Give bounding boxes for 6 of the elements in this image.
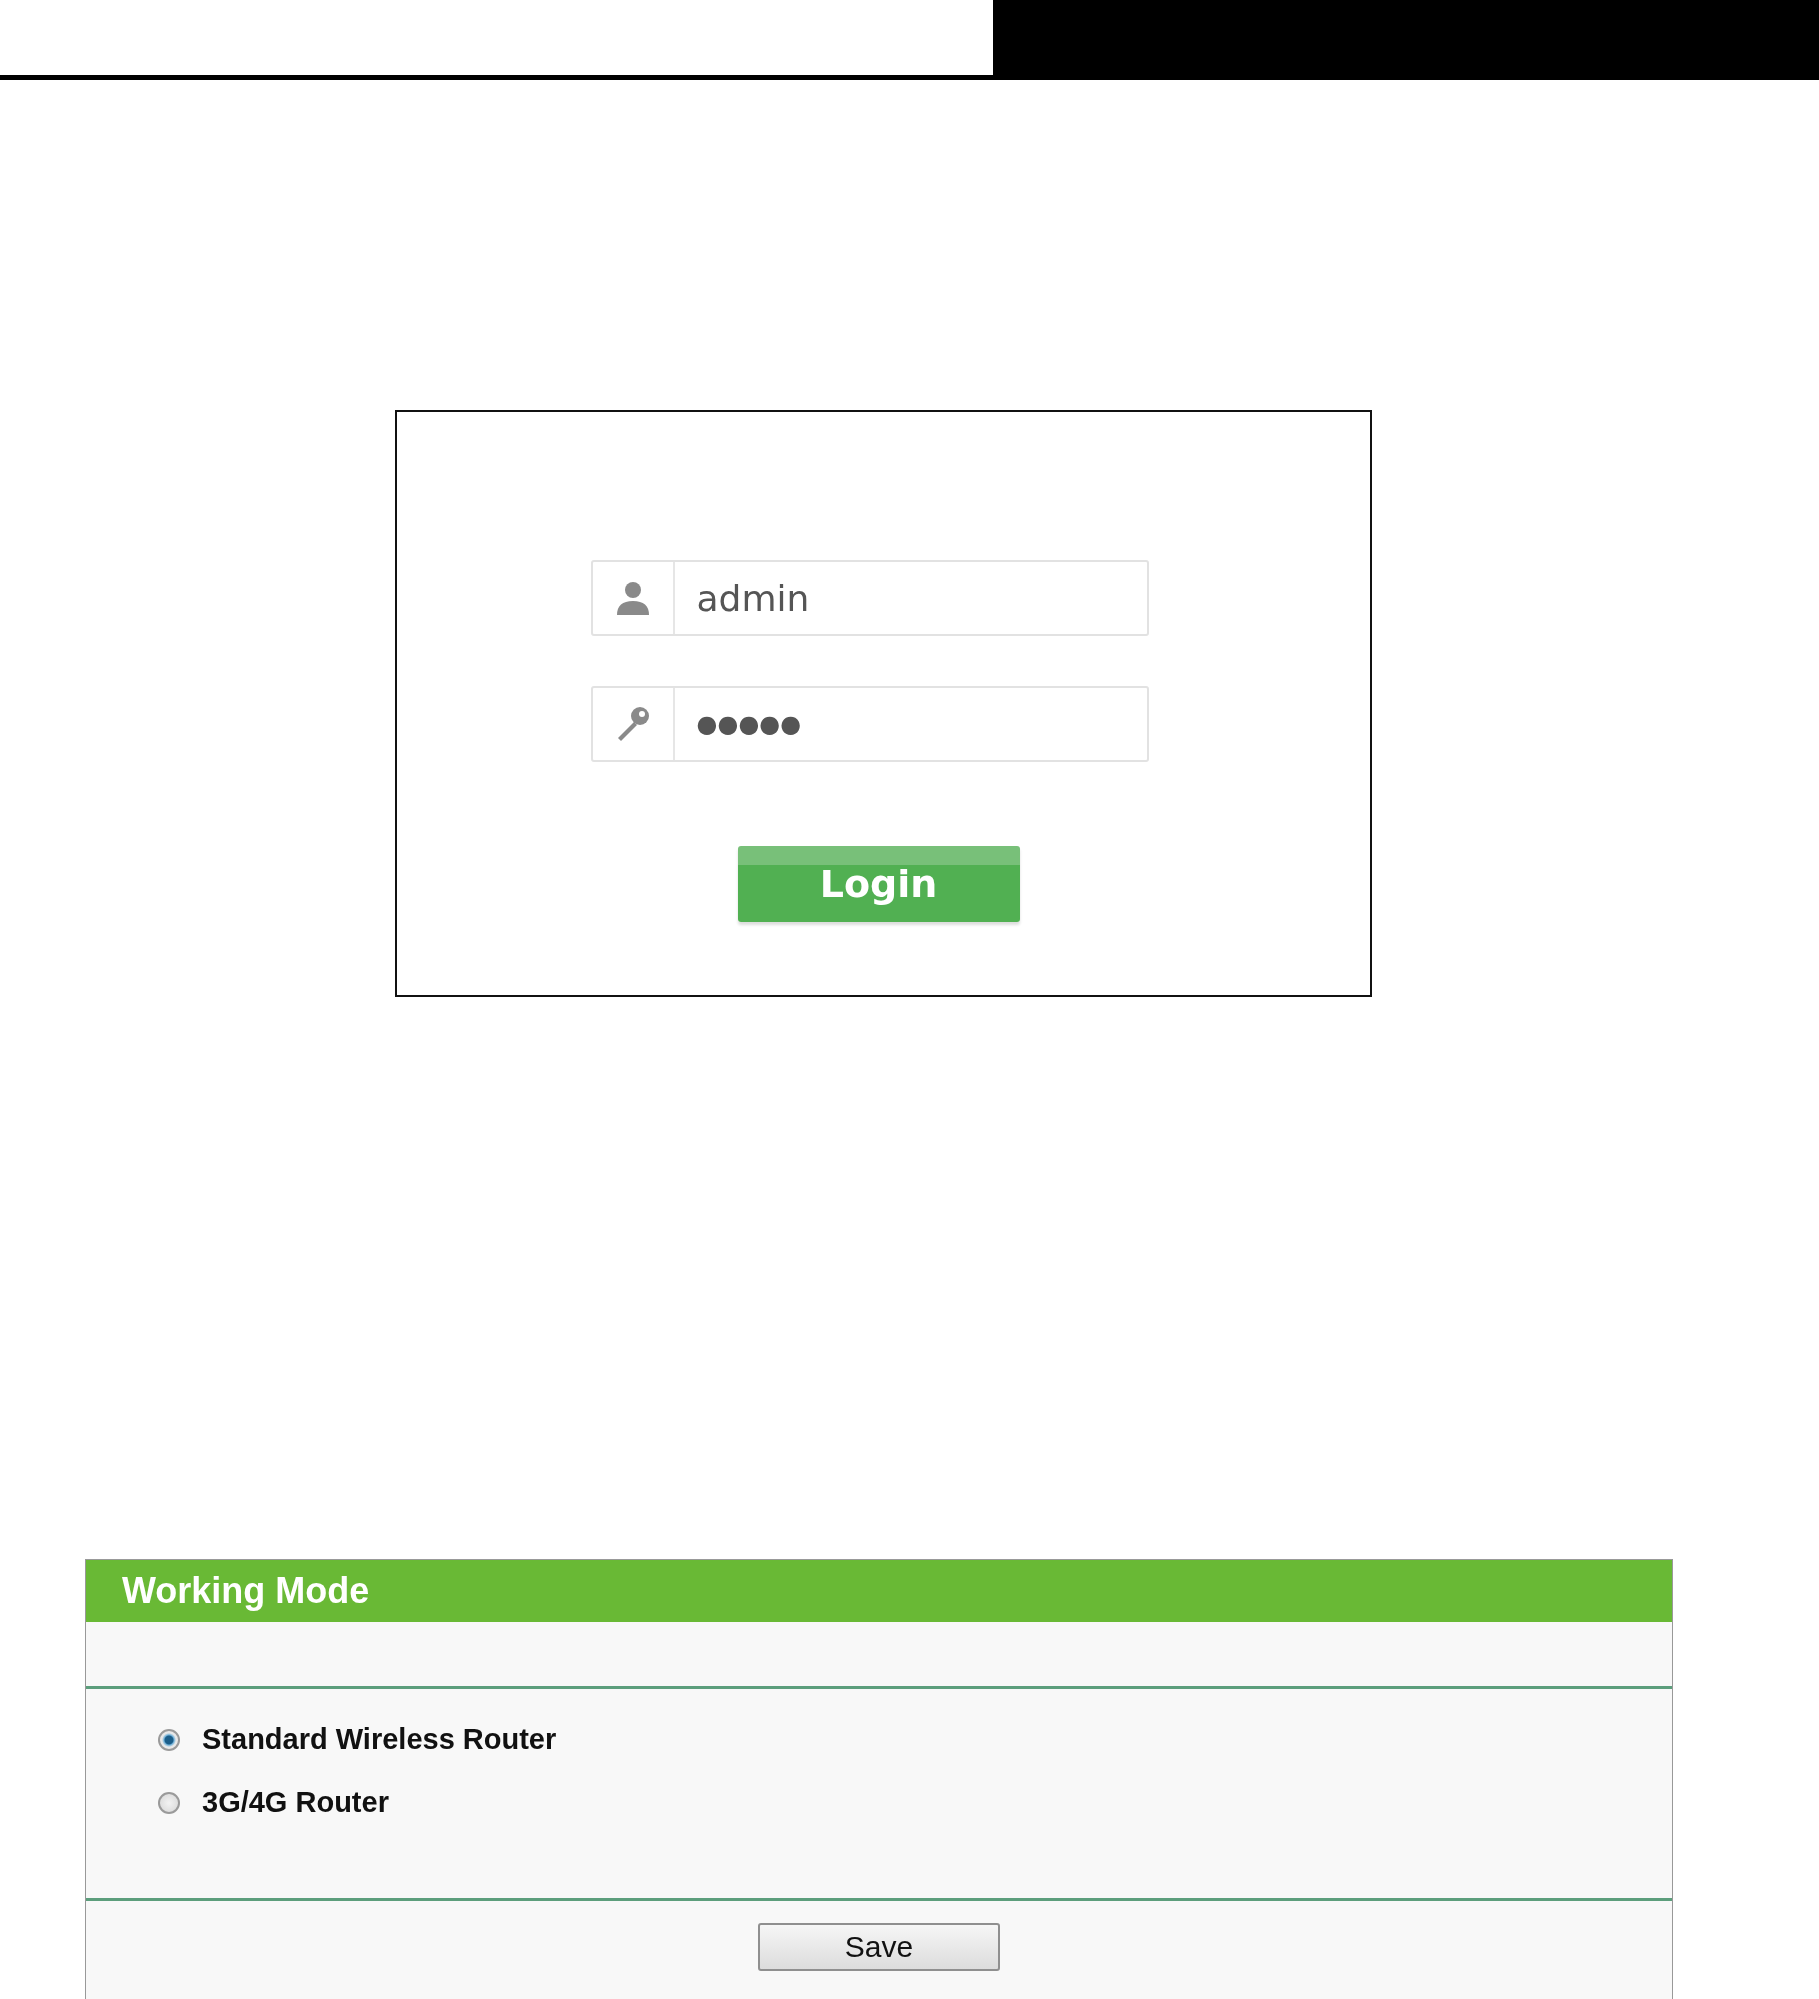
password-field[interactable]: ●●●●● xyxy=(590,686,1149,762)
option-label: 3G/4G Router xyxy=(202,1786,389,1819)
option-label: Standard Wireless Router xyxy=(202,1723,557,1756)
panel-title: Working Mode xyxy=(86,1560,1672,1622)
username-field[interactable]: admin xyxy=(590,560,1149,636)
save-button[interactable]: Save xyxy=(758,1923,1000,1971)
